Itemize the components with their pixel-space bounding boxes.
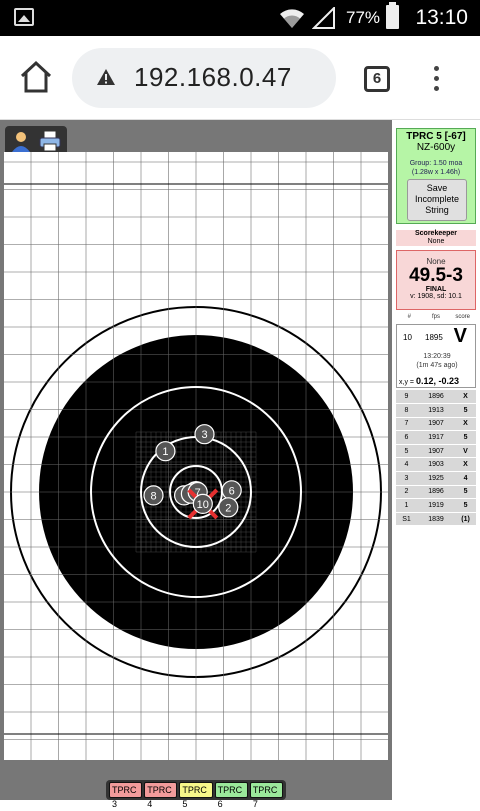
shot-fps: 1907 [416,417,456,432]
relay-selector: TPRC 3 TPRC 4 TPRC 5 TPRC 6 TPRC 7 [106,780,286,809]
shot-score: (1) [455,512,476,527]
last-shot-fps: 1895 [425,333,443,342]
overflow-menu-icon[interactable] [430,66,442,94]
url-text[interactable]: 192.168.0.47 [134,62,292,93]
shot-score: 4 [455,471,476,486]
last-shot-time: 13:20:39 [423,353,451,360]
shot-list: 9 1896 X 8 1913 5 7 1907 X 6 1917 5 5 1907 V 4 1903 X 3 192… [396,390,476,527]
status-bar: 77% 13:10 [0,0,480,36]
signal-icon [312,7,335,29]
address-bar[interactable]: 192.168.0.47 [72,48,336,108]
shot-score: 5 [455,430,476,445]
shot-row[interactable]: 9 1896 X [396,390,476,405]
tab-switcher-button[interactable]: 6 [364,66,390,92]
relay-info-box: TPRC 5 [-67] NZ-600y Group: 1.50 moa (1.… [396,128,476,224]
course-name: NZ-600y [416,142,456,153]
shot-n: S1 [396,512,417,527]
scorekeeper: Scorekeeper None [396,230,476,246]
relay-tab[interactable]: TPRC 5 [179,782,213,809]
shot-label: 1 [162,446,168,458]
score-card: None 49.5-3 FINAL v: 1908, sd: 10.1 [396,250,476,310]
target-graphic[interactable]: 13895476210 [4,152,388,760]
not-secure-icon[interactable] [96,68,116,86]
battery-icon [386,2,399,29]
shot-score: V [455,444,476,459]
score-sidebar: TPRC 5 [-67] NZ-600y Group: 1.50 moa (1.… [392,120,480,800]
group-size: Group: 1.50 moa (1.28w x 1.46h) [409,160,463,176]
shot-fps: 1913 [416,403,456,418]
shot-score: 5 [455,403,476,418]
last-shot-score: V [453,325,467,347]
shot-row[interactable]: 5 1907 V [396,444,476,459]
shot-score: X [455,417,476,432]
total-score: 49.5-3 [409,265,463,286]
shot-row[interactable]: 4 1903 X [396,457,476,473]
relay-tab[interactable]: TPRC 3 [109,782,143,809]
shot-n: 4 [396,457,417,473]
shot-n: 9 [396,390,417,405]
shot-label: 10 [197,499,209,511]
shot-fps: 1919 [416,498,456,513]
relay-tab[interactable]: TPRC 7 [249,782,284,809]
shot-label: 6 [229,485,235,497]
velocity-stats: v: 1908, sd: 10.1 [410,293,462,300]
last-shot-number: 10 [403,333,412,342]
shot-n: 7 [396,417,417,432]
shot-n: 8 [396,403,417,418]
shot-label: 2 [225,502,231,514]
shot-fps: 1925 [416,471,456,486]
shot-label: 3 [201,429,207,441]
browser-toolbar: 192.168.0.47 6 [0,36,480,120]
shot-score: X [455,457,476,473]
shot-row[interactable]: 8 1913 5 [396,403,476,418]
shot-row[interactable]: S1 1839 (1) [396,512,476,527]
shot-fps: 1907 [416,444,456,459]
shot-fps: 1896 [416,390,456,405]
home-icon[interactable] [18,60,54,94]
shot-table-header: # fps score [407,314,471,320]
score-status: FINAL [425,286,447,293]
shot-row[interactable]: 3 1925 4 [396,471,476,486]
target-panel: 13895476210 TPRC 3TPRC 4TPRC 5TPRC 6TPRC… [0,120,392,809]
shot-fps: 1903 [416,457,456,473]
shot-n: 2 [396,485,417,500]
shot-n: 3 [396,471,417,486]
shot-xy: x,y = 0.12, -0.23 moa [396,374,476,402]
shot-row[interactable]: 1 1919 5 [396,498,476,513]
web-content: 13895476210 TPRC 3TPRC 4TPRC 5TPRC 6TPRC… [0,120,480,809]
printer-icon[interactable] [38,129,62,153]
shot-n: 5 [396,444,417,459]
relay-title: TPRC 5 [-67] [406,131,466,142]
shot-label: 8 [150,490,156,502]
shot-score: X [455,390,476,405]
gallery-icon [14,8,34,26]
save-incomplete-string-button[interactable]: Save Incomplete String [407,179,467,221]
battery-percent: 77% [346,8,381,27]
shot-row[interactable]: 6 1917 5 [396,430,476,445]
wifi-icon [280,9,304,28]
shot-row[interactable]: 2 1896 5 [396,485,476,500]
shot-fps: 1839 [416,512,456,527]
relay-tab[interactable]: TPRC 4 [144,782,178,809]
shot-fps: 1917 [416,430,456,445]
shot-row[interactable]: 7 1907 X [396,417,476,432]
relay-tab[interactable]: TPRC 6 [214,782,248,809]
user-icon[interactable] [9,129,33,153]
shot-score: 5 [455,498,476,513]
target-face[interactable]: 13895476210 [4,152,388,760]
shot-n: 6 [396,430,417,445]
clock: 13:10 [415,6,468,29]
shot-n: 1 [396,498,417,513]
last-shot-ago: (1m 47s ago) [416,362,458,369]
shot-score: 5 [455,485,476,500]
shot-fps: 1896 [416,485,456,500]
